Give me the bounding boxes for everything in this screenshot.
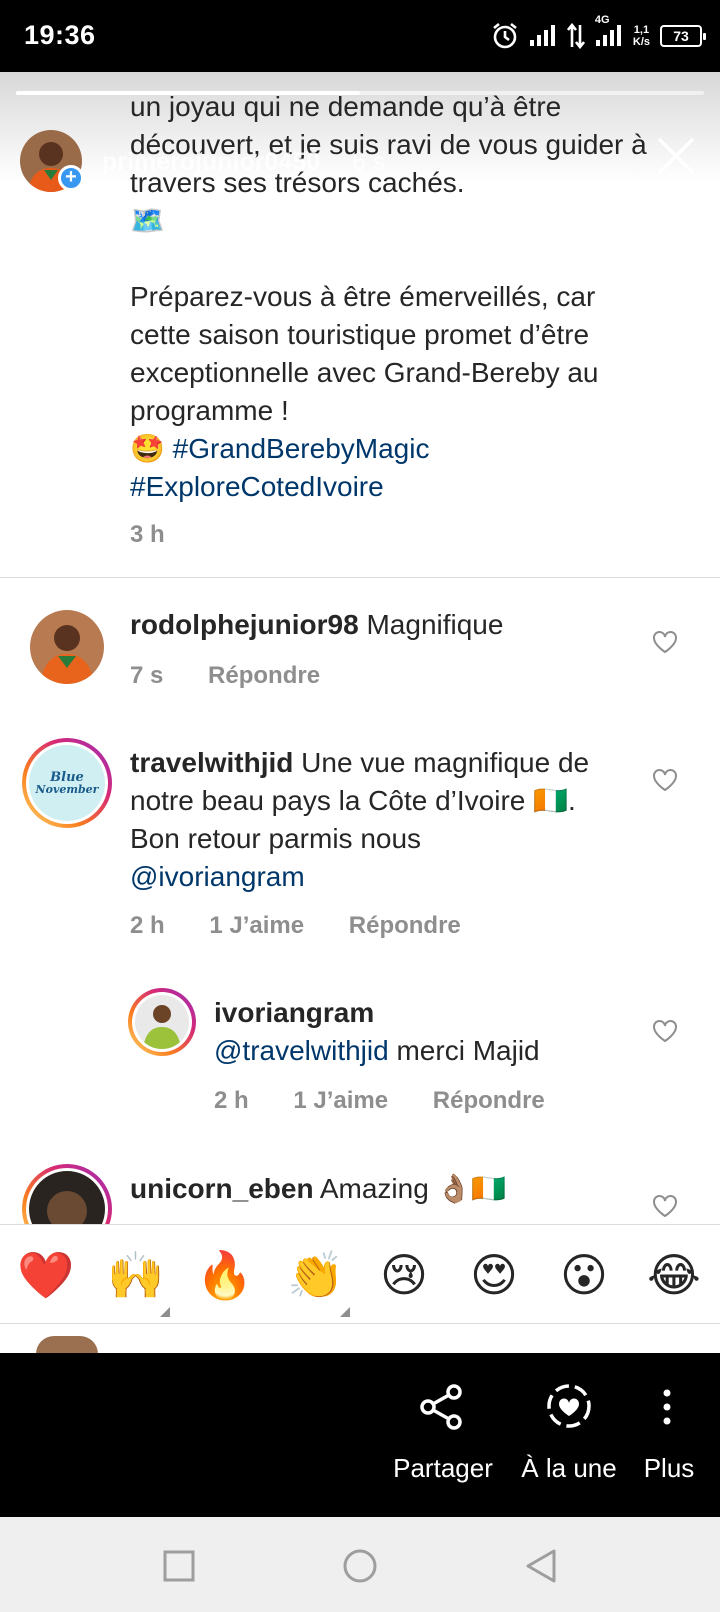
alarm-icon xyxy=(491,22,519,50)
signal-4g-icon: 4G xyxy=(595,14,623,48)
share-icon[interactable] xyxy=(418,1383,466,1431)
emoji-surprised[interactable]: 😮 xyxy=(556,1247,612,1303)
comment-text: travelwithjid Une vue magnifique de notr… xyxy=(130,744,630,896)
mention-link[interactable]: @travelwithjid xyxy=(214,1035,389,1066)
emoji-raised-hands[interactable]: 🙌 xyxy=(107,1247,164,1303)
net-speed-value: 1,1 xyxy=(633,24,650,36)
heart-icon[interactable] xyxy=(652,1194,678,1218)
comment-username[interactable]: ivoriangram xyxy=(214,997,374,1028)
divider xyxy=(0,577,720,578)
caption-text-2: Préparez-vous à être émerveillés, car ce… xyxy=(130,281,599,426)
system-nav-bar xyxy=(0,1517,720,1612)
caption-text-1: un joyau qui ne demande qu’à être découv… xyxy=(130,91,647,198)
share-label[interactable]: Partager xyxy=(393,1453,493,1484)
comment-username[interactable]: unicorn_eben xyxy=(130,1173,314,1204)
caption-time: 3 h xyxy=(130,521,165,548)
comment-meta: 7 s Répondre xyxy=(130,662,358,690)
battery-level: 73 xyxy=(673,28,689,44)
skin-tone-indicator xyxy=(160,1307,170,1317)
avatar[interactable]: Blue November xyxy=(22,738,112,828)
reply-button[interactable]: Répondre xyxy=(349,912,461,939)
comment-time: 2 h xyxy=(130,912,165,939)
back-button[interactable] xyxy=(524,1548,558,1589)
clock: 19:36 xyxy=(24,20,96,50)
status-bar: 19:36 4G 1,1 K/s 73 xyxy=(0,0,720,72)
story-progress-fill xyxy=(16,91,360,95)
comment-username[interactable]: travelwithjid xyxy=(130,747,293,778)
comment-text: rodolphejunior98 Magnifique xyxy=(130,606,630,644)
emoji-cry[interactable]: 😢 xyxy=(376,1247,432,1303)
reply-button[interactable]: Répondre xyxy=(208,662,320,689)
heart-icon[interactable] xyxy=(652,1019,678,1043)
logo-text-2: November xyxy=(35,782,99,796)
comment-meta: 2 h 1 J’aime Répondre xyxy=(130,912,499,940)
emoji-reaction-bar: ❤️ 🙌 🔥 👏 😢 😍 😮 😂 xyxy=(0,1224,720,1324)
avatar[interactable] xyxy=(128,988,196,1056)
home-button[interactable] xyxy=(342,1548,378,1589)
avatar-inner xyxy=(132,992,192,1052)
comment-body: Amazing xyxy=(319,1173,429,1204)
comment-username[interactable]: rodolphejunior98 xyxy=(130,609,359,640)
status-icons: 4G 1,1 K/s 73 xyxy=(491,14,706,56)
hashtag-explore[interactable]: #ExploreCotedIvoire xyxy=(130,471,384,502)
avatar xyxy=(36,1336,98,1354)
comment-body: Magnifique xyxy=(366,609,504,640)
story-progress-bar xyxy=(16,91,704,95)
emoji-laugh[interactable]: 😂 xyxy=(646,1247,702,1303)
logo-text-1: Blue xyxy=(50,769,84,785)
avatar[interactable] xyxy=(30,610,104,684)
emoji-heart-eyes[interactable]: 😍 xyxy=(466,1247,522,1303)
emoji-clap[interactable]: 👏 xyxy=(287,1247,344,1303)
mention-link[interactable]: @ivoriangram xyxy=(130,861,305,892)
comment-body: merci Majid xyxy=(396,1035,540,1066)
emoji-heart[interactable]: ❤️ xyxy=(17,1247,74,1303)
likes-count[interactable]: 1 J’aime xyxy=(209,912,304,939)
highlight-label[interactable]: À la une xyxy=(521,1453,616,1484)
likes-count[interactable]: 1 J’aime xyxy=(293,1087,388,1114)
add-story-badge[interactable]: + xyxy=(58,165,84,191)
more-icon[interactable] xyxy=(655,1383,679,1431)
reply-text: ivoriangram @travelwithjid merci Majid xyxy=(214,994,634,1070)
comment-meta: 2 h 1 J’aime Répondre xyxy=(214,1087,583,1115)
blue-november-logo: Blue November xyxy=(29,745,105,821)
comment-time: 7 s xyxy=(130,662,164,689)
flag-emoji: 🇨🇮 xyxy=(533,785,569,816)
heart-icon[interactable] xyxy=(652,630,678,654)
map-emoji: 🗺️ xyxy=(130,205,165,236)
network-type: 4G xyxy=(594,14,610,26)
story-time: 6 s xyxy=(352,148,386,176)
heart-icon[interactable] xyxy=(652,768,678,792)
avatar-inner: Blue November xyxy=(26,742,108,824)
story-username[interactable]: primerojunior0450 xyxy=(102,148,320,177)
comment-time: 2 h xyxy=(214,1087,249,1114)
close-icon[interactable] xyxy=(656,136,696,176)
recent-apps-button[interactable] xyxy=(162,1549,196,1588)
story-action-bar: Partager À la une Plus xyxy=(0,1353,720,1517)
avatar-image xyxy=(135,995,189,1049)
highlight-icon[interactable] xyxy=(544,1381,594,1431)
emoji-fire[interactable]: 🔥 xyxy=(196,1247,253,1303)
comment-emojis: 👌🏽🇨🇮 xyxy=(436,1173,507,1204)
data-transfer-icon xyxy=(566,23,585,49)
caption-paragraph-2: Préparez-vous à être émerveillés, car ce… xyxy=(130,278,650,506)
skin-tone-indicator xyxy=(340,1307,350,1317)
comment-text: unicorn_eben Amazing 👌🏽🇨🇮 xyxy=(130,1170,650,1208)
battery-icon: 73 xyxy=(660,25,706,47)
hashtag-grandbereby[interactable]: #GrandBerebyMagic xyxy=(173,433,430,464)
net-speed: 1,1 K/s xyxy=(633,24,650,48)
more-label[interactable]: Plus xyxy=(644,1453,695,1484)
star-eyes-emoji: 🤩 xyxy=(130,433,165,464)
net-speed-unit: K/s xyxy=(632,36,650,48)
signal-icon xyxy=(529,24,557,48)
reply-button[interactable]: Répondre xyxy=(433,1087,545,1114)
